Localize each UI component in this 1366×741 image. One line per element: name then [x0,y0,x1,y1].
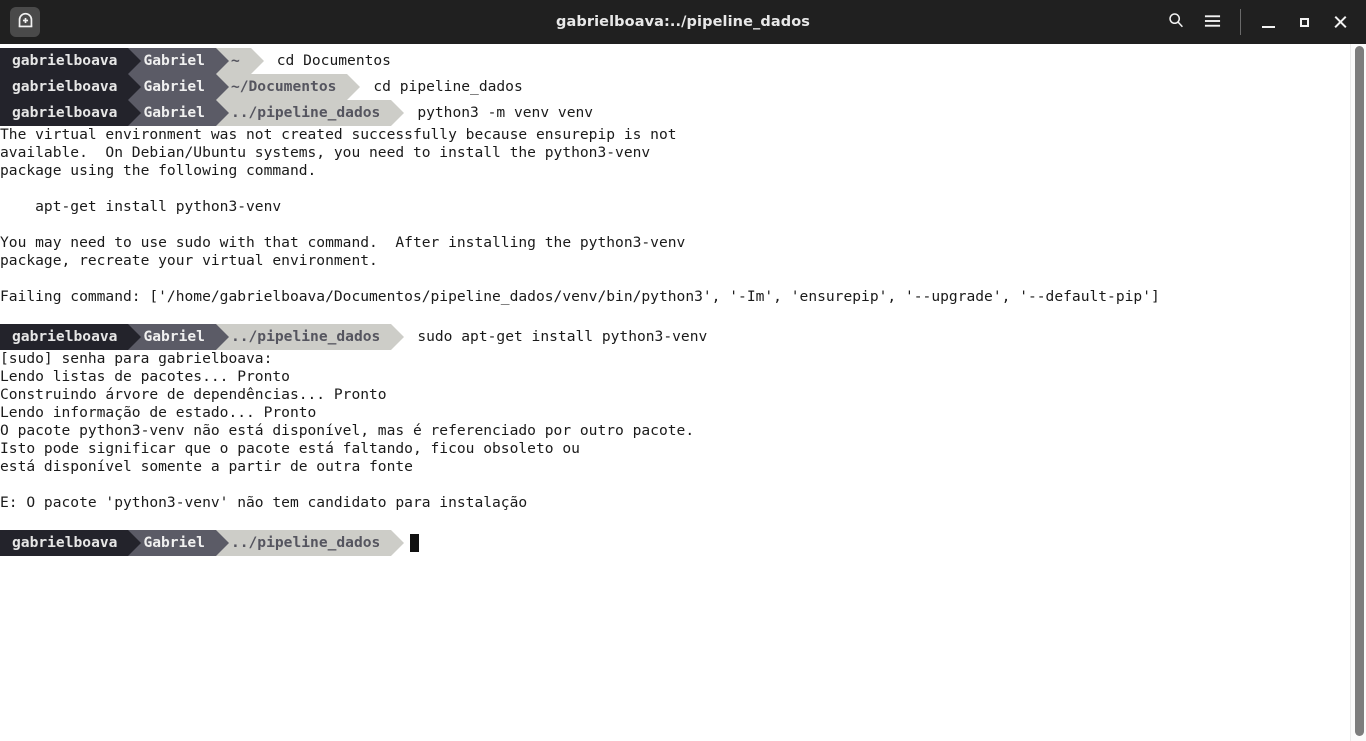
scrollbar-thumb[interactable] [1355,46,1364,736]
output-blank-line [0,476,1366,494]
command-text: cd pipeline_dados [373,78,523,95]
prompt-path-segment: ~/Documentos [214,74,361,100]
text-cursor [410,534,420,552]
terminal-content[interactable]: gabrielboava Gabriel ~ cd Documentos gabriel… [0,44,1366,556]
output-line: O pacote python3-venv não está disponíve… [0,422,695,439]
prompt-user-segment: gabrielboava [0,48,142,74]
output-line: available. On Debian/Ubuntu systems, you… [0,144,651,161]
prompt-user-segment: gabrielboava [0,324,142,350]
prompt-user-segment: gabrielboava [0,100,142,126]
search-button[interactable] [1158,0,1194,44]
shell-prompt-line: gabrielboava Gabriel ../pipeline_dados [0,530,1366,556]
output-line: You may need to use sudo with that comma… [0,234,686,251]
output-line: E: O pacote 'python3-venv' não tem candi… [0,494,528,511]
command-text: python3 -m venv venv [417,104,594,121]
close-button[interactable] [1322,0,1358,44]
hamburger-menu-icon [1204,13,1221,32]
prompt-user-segment: gabrielboava [0,74,142,100]
output-line: Construindo árvore de dependências... Pr… [0,386,387,403]
output-line: está disponível somente a partir de outr… [0,458,413,475]
output-line: The virtual environment was not created … [0,126,677,143]
command-text: sudo apt-get install python3-venv [417,328,708,345]
output-blank-line [0,270,1366,288]
close-icon [1333,15,1347,29]
output-line: package, recreate your virtual environme… [0,252,378,269]
shell-prompt-line: gabrielboava Gabriel ../pipeline_dados sudo… [0,324,1366,350]
output-blank-line [0,306,1366,324]
output-line: apt-get install python3-venv [0,198,282,215]
command-text: cd Documentos [276,52,391,69]
shell-prompt-line: gabrielboava Gabriel ~/Documentos cd pipeli… [0,74,1366,100]
prompt-user-segment: gabrielboava [0,530,142,556]
minimize-icon [1261,25,1275,28]
terminal-scrollbar[interactable] [1350,44,1366,741]
shell-prompt-line: gabrielboava Gabriel ~ cd Documentos [0,48,1366,74]
prompt-path-segment: ../pipeline_dados [214,324,405,350]
output-line: package using the following command. [0,162,317,179]
window-titlebar: gabrielboava:../pipeline_dados [0,0,1366,44]
titlebar-divider [1240,9,1241,35]
new-terminal-button[interactable] [10,7,40,37]
menu-button[interactable] [1194,0,1230,44]
prompt-path-segment: ../pipeline_dados [214,530,405,556]
output-line: Lendo informação de estado... Pronto [0,404,317,421]
output-blank-line [0,216,1366,234]
output-blank-line [0,180,1366,198]
output-line: Failing command: ['/home/gabrielboava/Do… [0,288,1160,305]
prompt-path-segment: ../pipeline_dados [214,100,405,126]
maximize-icon [1299,17,1309,27]
output-line: Lendo listas de pacotes... Pronto [0,368,290,385]
output-line: Isto pode significar que o pacote está f… [0,440,580,457]
new-terminal-icon [17,12,34,33]
shell-prompt-line: gabrielboava Gabriel ../pipeline_dados pyth… [0,100,1366,126]
terminal-viewport[interactable]: gabrielboava Gabriel ~ cd Documentos gabriel… [0,44,1366,741]
output-line: [sudo] senha para gabrielboava: [0,350,273,367]
maximize-button[interactable] [1286,0,1322,44]
output-blank-line [0,512,1366,530]
window-controls [1158,0,1358,44]
search-icon [1168,12,1184,32]
minimize-button[interactable] [1250,0,1286,44]
